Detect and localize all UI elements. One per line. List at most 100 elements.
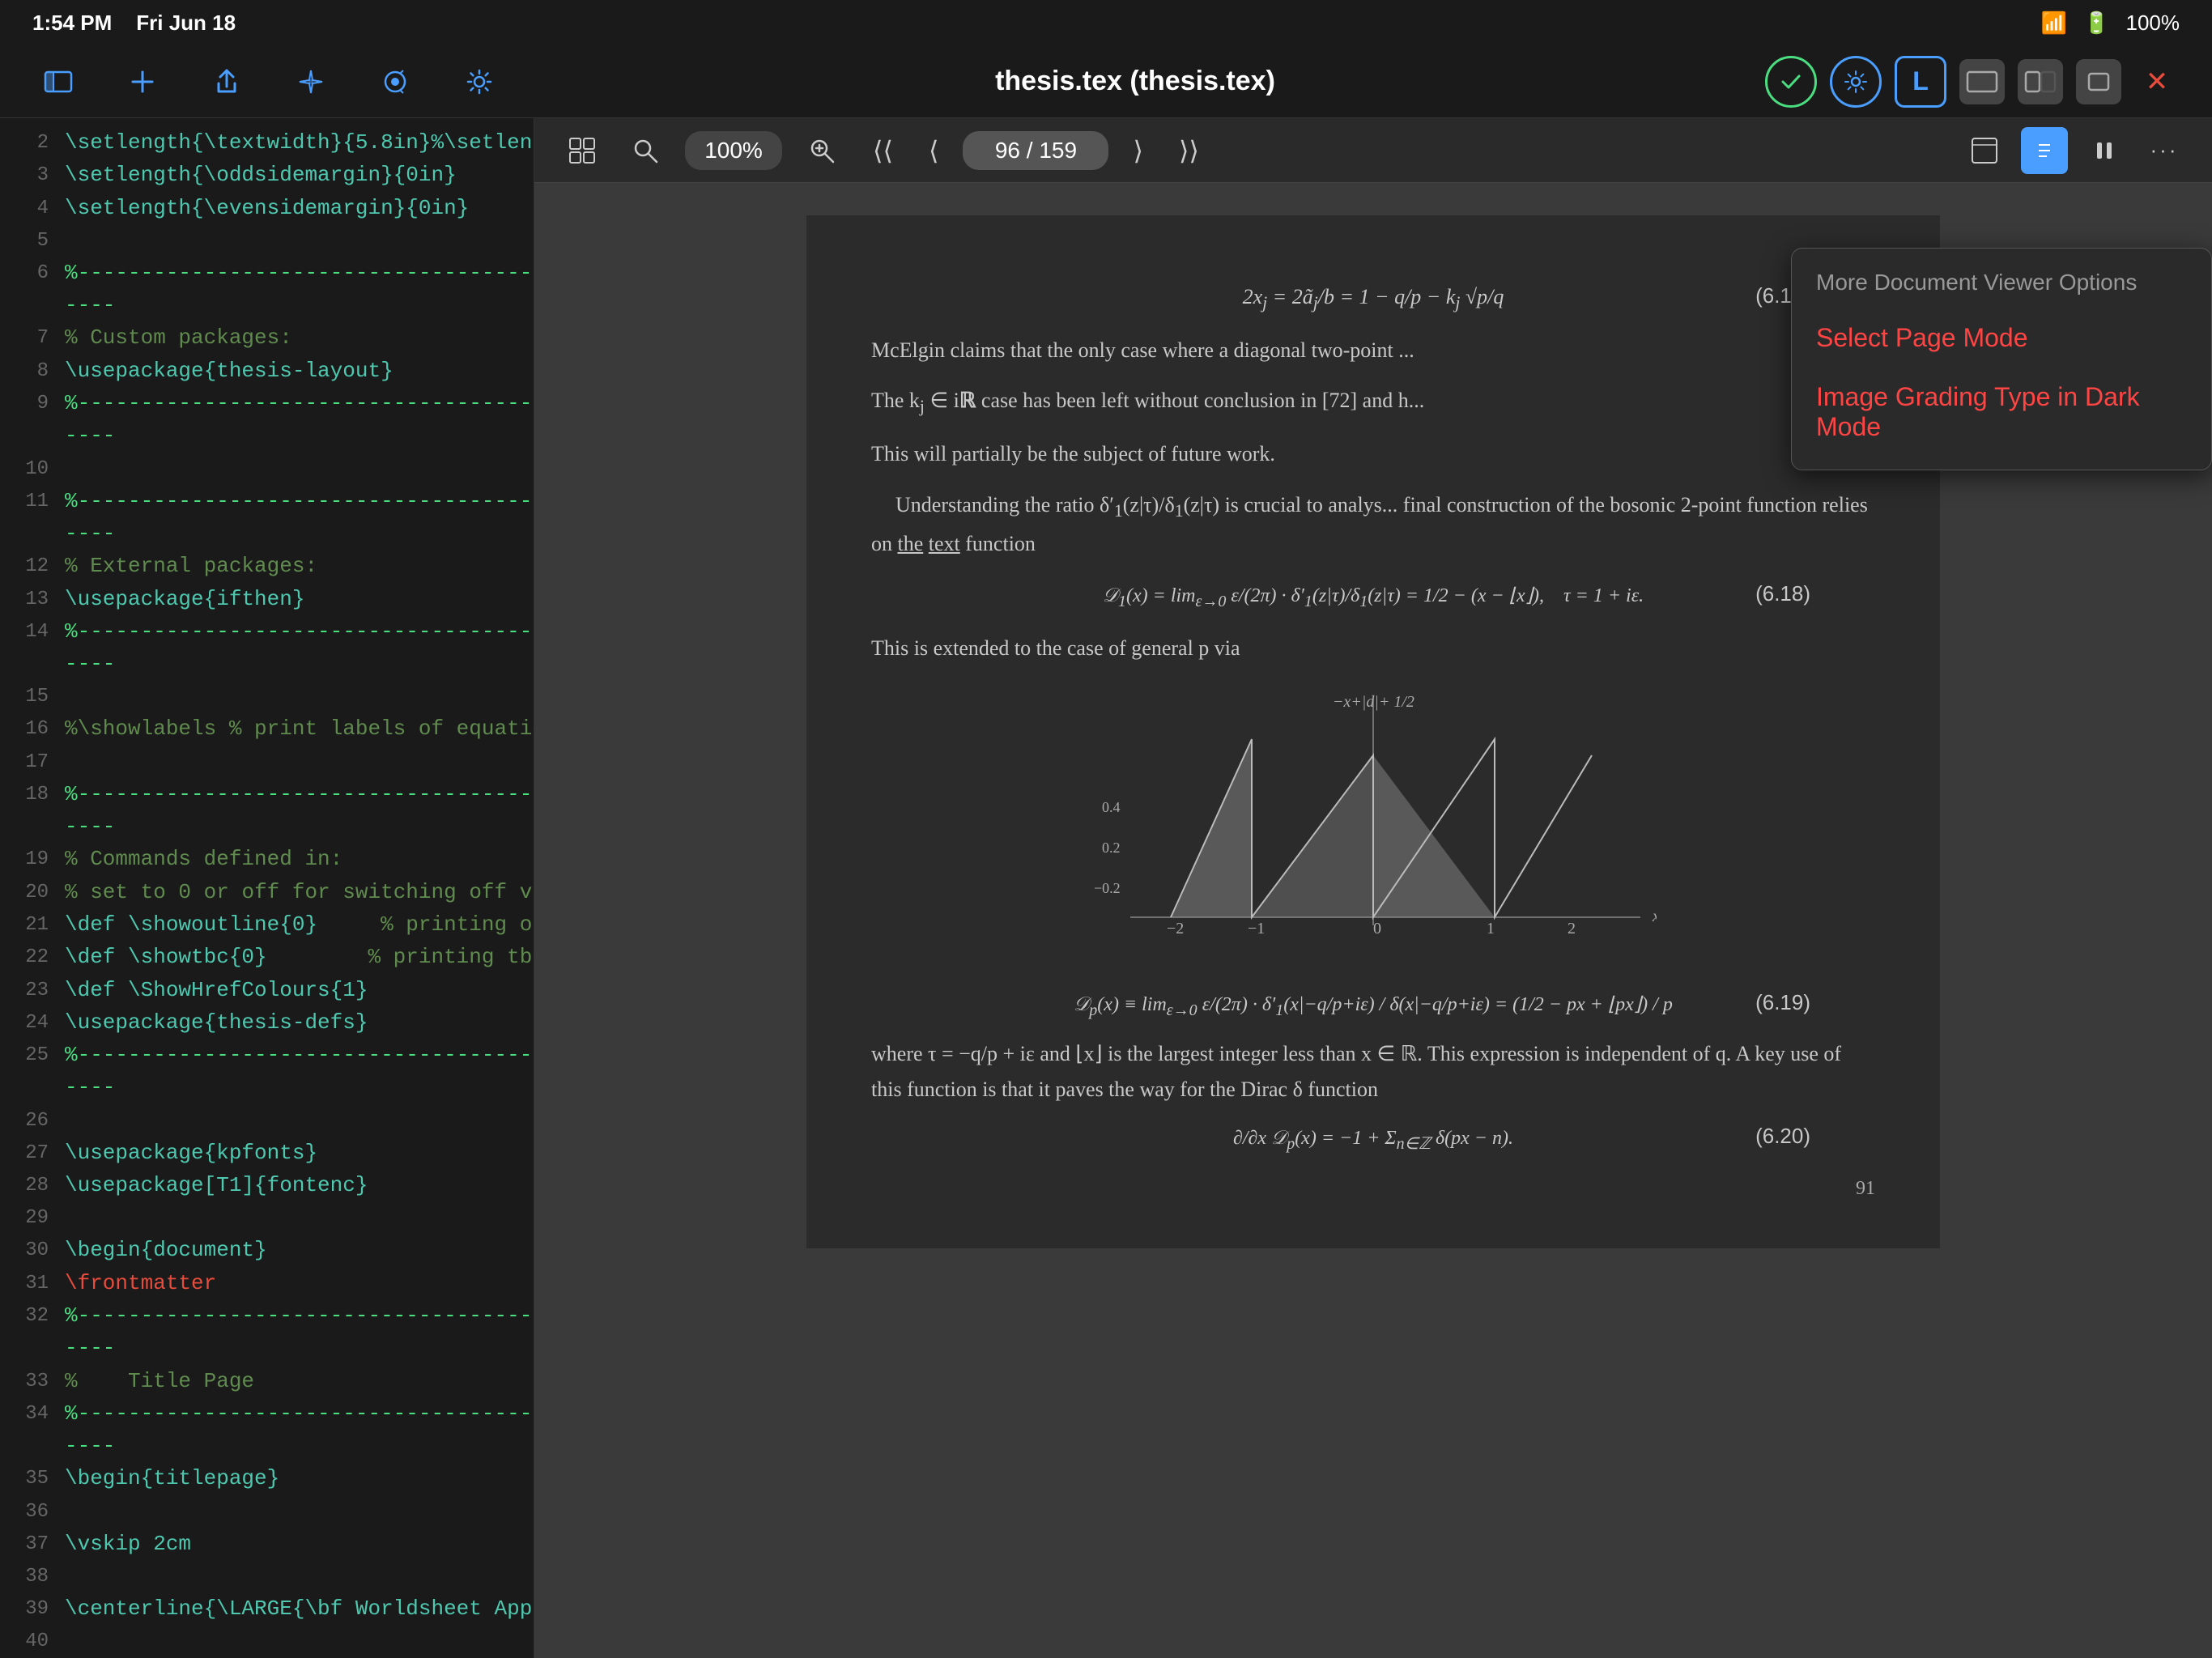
more-options-button[interactable]: ···: [2141, 127, 2188, 174]
eq-620-label: (6.20): [1755, 1124, 1810, 1149]
image-grading-item[interactable]: Image Grading Type in Dark Mode: [1792, 368, 2211, 457]
svg-text:−1: −1: [1248, 920, 1265, 937]
sparkle-button[interactable]: [285, 56, 337, 108]
prev-page-button[interactable]: ⟨: [917, 129, 950, 172]
zoom-in-button[interactable]: [798, 127, 845, 174]
search-pdf-button[interactable]: [622, 127, 669, 174]
close-button[interactable]: ✕: [2134, 59, 2180, 104]
share-button[interactable]: [201, 56, 253, 108]
code-line: 27 \usepackage{kpfonts}: [0, 1137, 534, 1169]
code-line: 34 %------------------------------------…: [0, 1397, 534, 1463]
status-bar: 1:54 PM Fri Jun 18 📶 🔋 100%: [0, 0, 2212, 45]
code-line: 18 %------------------------------------…: [0, 778, 534, 844]
dropdown-title: More Document Viewer Options: [1792, 261, 2211, 308]
window-small-button[interactable]: [2076, 59, 2121, 104]
layout-l-button[interactable]: L: [1895, 56, 1946, 108]
window-half-left-button[interactable]: [2018, 59, 2063, 104]
pdf-paragraph-2: This is extended to the case of general …: [871, 631, 1875, 666]
run-button[interactable]: [1765, 56, 1817, 108]
eq-619-label: (6.19): [1755, 990, 1810, 1015]
code-line: 24 \usepackage{thesis-defs}: [0, 1006, 534, 1039]
code-line: 9 %-------------------------------------…: [0, 387, 534, 453]
code-line: 8 \usepackage{thesis-layout}: [0, 355, 534, 387]
window-full-button[interactable]: [1959, 59, 2005, 104]
main-layout: 2 \setlength{\textwidth}{5.8in}%\setleng…: [0, 118, 2212, 1658]
code-line: 7 % Custom packages:: [0, 321, 534, 354]
status-time: 1:54 PM: [32, 11, 112, 36]
window-controls: L ✕: [1765, 56, 2180, 108]
code-line: 25 %------------------------------------…: [0, 1039, 534, 1104]
code-line: 16 %\showlabels % print labels of equati…: [0, 712, 534, 745]
grid-view-button[interactable]: [559, 127, 606, 174]
add-button[interactable]: [117, 56, 168, 108]
code-line: 32 %------------------------------------…: [0, 1299, 534, 1365]
code-line: 33 % Title Page: [0, 1365, 534, 1397]
svg-text:1: 1: [1487, 920, 1495, 937]
svg-text:0.4: 0.4: [1102, 799, 1121, 815]
eq-618-label: (6.18): [1755, 581, 1810, 606]
thumbnail-view-button[interactable]: [1961, 127, 2008, 174]
code-line: 11 %------------------------------------…: [0, 485, 534, 551]
equation-620: ∂/∂x 𝒟p(x) = −1 + Σn∈ℤ δ(px − n). (6.20): [871, 1124, 1875, 1154]
equation-618: 𝒟1(x) = limε→0 ε/(2π) · δ′1(z|τ)/δ1(z|τ)…: [871, 581, 1875, 611]
status-left: 1:54 PM Fri Jun 18: [32, 11, 236, 36]
svg-text:−x+|d|+ 1/2: −x+|d|+ 1/2: [1333, 693, 1414, 711]
code-line: 28 \usepackage[T1]{fontenc}: [0, 1169, 534, 1201]
sidebar-toggle-button[interactable]: [32, 56, 84, 108]
pdf-content: 2xj = 2ãj/b = 1 − q/p − kj √p/q (6.17) M…: [534, 183, 2212, 1658]
svg-text:−2: −2: [1167, 920, 1184, 937]
code-line: 38: [0, 1560, 534, 1592]
code-line: 31 \frontmatter: [0, 1267, 534, 1299]
code-line: 15: [0, 680, 534, 712]
code-line: 13 \usepackage{ifthen}: [0, 583, 534, 615]
document-title: thesis.tex (thesis.tex): [505, 66, 1765, 97]
code-line: 22 \def \showtbc{0} % printing tbc block…: [0, 941, 534, 973]
page-info[interactable]: 96 / 159: [963, 131, 1108, 170]
select-page-mode-item[interactable]: Select Page Mode: [1792, 308, 2211, 368]
svg-text:0: 0: [1373, 920, 1381, 937]
svg-text:−0.2: −0.2: [1094, 880, 1121, 896]
code-line: 12 % External packages:: [0, 550, 534, 582]
chart-graph: x −x+|d|+ 1/2 −2 −1 0 1 2: [1090, 691, 1657, 966]
pdf-paragraph-1: McElgin claims that the only case where …: [871, 333, 1875, 562]
zoom-level[interactable]: 100%: [685, 131, 782, 170]
record-button[interactable]: [369, 56, 421, 108]
code-line: 10: [0, 453, 534, 485]
code-line: 36: [0, 1495, 534, 1528]
code-line: 26: [0, 1104, 534, 1137]
first-page-button[interactable]: ⟨⟨: [861, 129, 904, 172]
battery-icon: 🔋: [2083, 11, 2109, 36]
code-line: 14 %------------------------------------…: [0, 615, 534, 681]
code-line: 17: [0, 746, 534, 778]
svg-text:0.2: 0.2: [1102, 840, 1121, 856]
equation-617: 2xj = 2ãj/b = 1 − q/p − kj √p/q (6.17): [871, 283, 1875, 313]
code-editor[interactable]: 2 \setlength{\textwidth}{5.8in}%\setleng…: [0, 118, 534, 1658]
pdf-toolbar: 100% ⟨⟨ ⟨ 96 / 159 ⟩ ⟩⟩: [534, 118, 2212, 183]
wifi-icon: 📶: [2041, 11, 2067, 36]
active-view-button[interactable]: [2021, 127, 2068, 174]
code-line: 21 \def \showoutline{0} % printing of th…: [0, 908, 534, 941]
code-line: 20 % set to 0 or off for switching off v…: [0, 876, 534, 908]
status-right: 📶 🔋 100%: [2041, 11, 2180, 36]
code-line: 39 \centerline{\LARGE{\bf Worldsheet App…: [0, 1592, 534, 1625]
last-page-button[interactable]: ⟩⟩: [1168, 129, 1210, 172]
pdf-paragraph-3: where τ = −q/p + iε and ⌊x⌋ is the large…: [871, 1036, 1875, 1107]
status-day: Fri Jun 18: [136, 11, 236, 36]
pause-button[interactable]: [2081, 127, 2128, 174]
pdf-page: 2xj = 2ãj/b = 1 − q/p − kj √p/q (6.17) M…: [806, 215, 1940, 1248]
page-navigation: ⟨⟨ ⟨ 96 / 159 ⟩ ⟩⟩: [861, 129, 1210, 172]
code-line: 4 \setlength{\evensidemargin}{0in}: [0, 192, 534, 224]
code-line: 30 \begin{document}: [0, 1234, 534, 1266]
code-line: 23 \def \ShowHrefColours{1}: [0, 974, 534, 1006]
code-line: 3 \setlength{\oddsidemargin}{0in}: [0, 159, 534, 191]
gear-button[interactable]: [453, 56, 505, 108]
dropdown-menu: More Document Viewer Options Select Page…: [1791, 248, 2212, 470]
code-line: 40: [0, 1625, 534, 1657]
pdf-viewer: 100% ⟨⟨ ⟨ 96 / 159 ⟩ ⟩⟩: [534, 118, 2212, 1658]
code-content: 2 \setlength{\textwidth}{5.8in}%\setleng…: [0, 118, 534, 1658]
svg-text:x: x: [1652, 908, 1657, 925]
page-number: 91: [871, 1178, 1875, 1200]
settings-button[interactable]: [1830, 56, 1882, 108]
code-line: 19 % Commands defined in:: [0, 843, 534, 875]
next-page-button[interactable]: ⟩: [1121, 129, 1154, 172]
